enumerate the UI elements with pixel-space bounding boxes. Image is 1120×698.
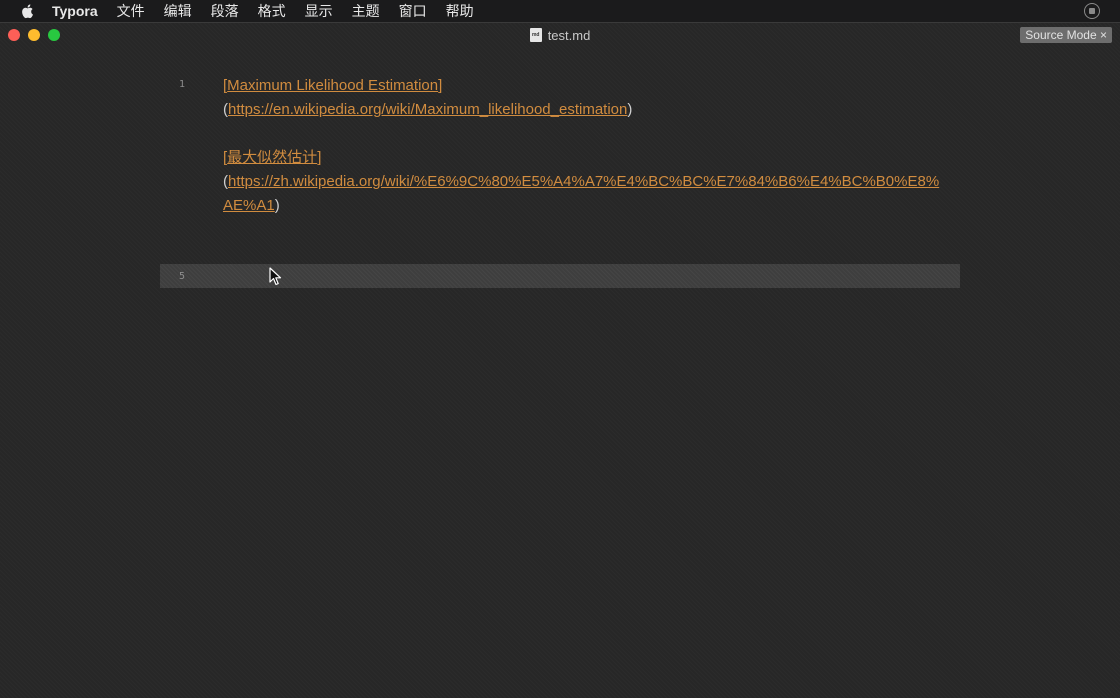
- line-number-1: 1: [178, 79, 185, 90]
- markdown-link-2[interactable]: [最大似然估计] (https://zh.wikipedia.org/wiki/…: [223, 146, 943, 218]
- url-close-paren: ): [274, 197, 280, 214]
- menu-bar: Typora 文件 编辑 段落 格式 显示 主题 窗口 帮助: [0, 0, 1120, 22]
- menu-view[interactable]: 显示: [305, 0, 333, 22]
- link-text[interactable]: Maximum Likelihood Estimation: [227, 77, 438, 94]
- document-title: md test.md: [529, 27, 591, 43]
- editor-area[interactable]: 1 [Maximum Likelihood Estimation] (https…: [0, 47, 1120, 697]
- mouse-pointer-icon: [269, 267, 282, 286]
- url-close-paren: ): [627, 101, 633, 118]
- link-url[interactable]: https://en.wikipedia.org/wiki/Maximum_li…: [228, 101, 627, 118]
- menu-app-name[interactable]: Typora: [52, 0, 98, 22]
- markdown-link-1[interactable]: [Maximum Likelihood Estimation] (https:/…: [223, 74, 943, 122]
- zoom-window-button[interactable]: [48, 29, 60, 41]
- menu-format[interactable]: 格式: [258, 0, 286, 22]
- link-close-bracket: ]: [438, 77, 443, 94]
- screen-record-icon[interactable]: [1084, 3, 1100, 19]
- markdown-file-icon: md: [529, 28, 542, 42]
- link-text[interactable]: 最大似然估计: [227, 149, 317, 166]
- document-title-text: test.md: [547, 27, 591, 43]
- minimize-window-button[interactable]: [28, 29, 40, 41]
- line-number-5: 5: [178, 271, 185, 282]
- menu-window[interactable]: 窗口: [399, 0, 427, 22]
- close-window-button[interactable]: [8, 29, 20, 41]
- menu-paragraph[interactable]: 段落: [211, 0, 239, 22]
- menu-theme[interactable]: 主题: [352, 0, 380, 22]
- link-close-bracket: ]: [317, 149, 322, 166]
- menu-help[interactable]: 帮助: [446, 0, 474, 22]
- window-controls: [8, 29, 60, 41]
- editor-window: md test.md Source Mode × 1 [Maximum Like…: [0, 22, 1120, 698]
- apple-logo-icon[interactable]: [20, 3, 36, 19]
- title-bar: md test.md Source Mode ×: [0, 23, 1120, 47]
- link-url[interactable]: https://zh.wikipedia.org/wiki/%E6%9C%80%…: [223, 173, 939, 214]
- source-mode-badge[interactable]: Source Mode ×: [1020, 27, 1112, 43]
- menu-edit[interactable]: 编辑: [164, 0, 192, 22]
- menu-file[interactable]: 文件: [117, 0, 145, 22]
